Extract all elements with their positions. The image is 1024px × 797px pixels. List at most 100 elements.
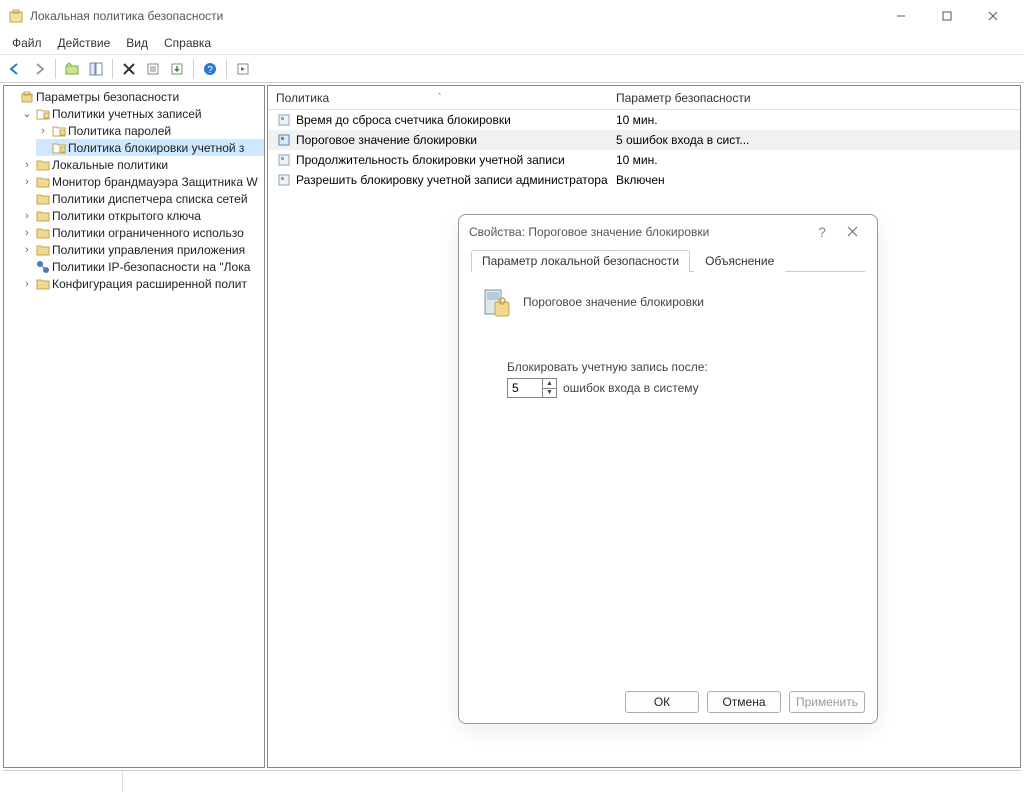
cell-param: 5 ошибок входа в сист... <box>616 133 749 147</box>
column-header-policy[interactable]: Политика ˆ <box>268 91 608 105</box>
toolbar-separator <box>226 59 227 79</box>
expand-icon[interactable]: › <box>20 224 34 242</box>
list-header: Политика ˆ Параметр безопасности <box>268 86 1020 110</box>
folder-icon <box>36 226 50 240</box>
back-button[interactable] <box>4 58 26 80</box>
svg-text:?: ? <box>207 65 213 76</box>
tree-app-control[interactable]: ›Политики управления приложения <box>20 241 264 258</box>
lockout-setting: Блокировать учетную запись после: ▲ ▼ ош… <box>507 360 859 398</box>
policy-icon <box>276 112 292 128</box>
policy-header: Пороговое значение блокировки <box>477 284 859 320</box>
cell-param: Включен <box>616 173 665 187</box>
apply-button[interactable]: Применить <box>789 691 865 713</box>
tree-label: Политики IP-безопасности на "Лока <box>52 258 250 276</box>
maximize-button[interactable] <box>924 1 970 31</box>
spinner-down-icon[interactable]: ▼ <box>543 389 556 398</box>
toolbar-separator <box>55 59 56 79</box>
folder-icon <box>36 209 50 223</box>
policy-name-label: Пороговое значение блокировки <box>523 295 704 309</box>
expand-icon[interactable]: › <box>20 241 34 259</box>
delete-button[interactable] <box>118 58 140 80</box>
tree-password-policy[interactable]: › Политика паролей <box>36 122 264 139</box>
cancel-button[interactable]: Отмена <box>707 691 781 713</box>
tree-label: Политика паролей <box>68 122 171 140</box>
folder-icon <box>36 175 50 189</box>
cell-param: 10 мин. <box>616 153 658 167</box>
expand-icon[interactable]: › <box>20 173 34 191</box>
forward-button[interactable] <box>28 58 50 80</box>
ipsec-icon <box>36 260 50 274</box>
dialog-close-button[interactable] <box>837 224 867 240</box>
lockout-label: Блокировать учетную запись после: <box>507 360 859 374</box>
tree-software-restrict[interactable]: ›Политики ограниченного использо <box>20 224 264 241</box>
cell-policy: Пороговое значение блокировки <box>296 133 477 147</box>
tree-ipsec[interactable]: Политики IP-безопасности на "Лока <box>20 258 264 275</box>
folder-icon <box>52 141 66 155</box>
tab-content: Пороговое значение блокировки Блокироват… <box>471 272 865 410</box>
tree-local-policies[interactable]: › Локальные политики <box>20 156 264 173</box>
tab-explanation[interactable]: Объяснение <box>694 250 785 272</box>
list-row[interactable]: Пороговое значение блокировки 5 ошибок в… <box>268 130 1020 150</box>
tree-label: Политики открытого ключа <box>52 207 201 225</box>
folder-icon <box>52 124 66 138</box>
list-row[interactable]: Продолжительность блокировки учетной зап… <box>268 150 1020 170</box>
tree-public-key[interactable]: › Политики открытого ключа <box>20 207 264 224</box>
tree-label: Конфигурация расширенной полит <box>52 275 247 293</box>
statusbar <box>3 770 1021 792</box>
folder-icon <box>36 158 50 172</box>
tree-nlm[interactable]: Политики диспетчера списка сетей <box>20 190 264 207</box>
collapse-icon[interactable]: ⌄ <box>20 105 34 123</box>
toolbar-separator <box>112 59 113 79</box>
tab-local-security[interactable]: Параметр локальной безопасности <box>471 250 690 272</box>
tree-root[interactable]: Параметры безопасности <box>4 88 264 105</box>
menubar: Файл Действие Вид Справка <box>0 32 1024 54</box>
show-hide-tree-button[interactable] <box>85 58 107 80</box>
tree-label: Локальные политики <box>52 156 168 174</box>
properties-button[interactable] <box>142 58 164 80</box>
up-button[interactable] <box>61 58 83 80</box>
status-cell <box>123 771 1021 792</box>
lockout-value-spinner[interactable]: ▲ ▼ <box>507 378 557 398</box>
tree-firewall[interactable]: ›Монитор брандмауэра Защитника W <box>20 173 264 190</box>
menu-view[interactable]: Вид <box>126 36 148 50</box>
menu-help[interactable]: Справка <box>164 36 211 50</box>
tree-account-policies[interactable]: ⌄ Политики учетных записей <box>20 105 264 122</box>
policy-icon <box>276 132 292 148</box>
lockout-unit-label: ошибок входа в систему <box>563 381 699 395</box>
dialog-titlebar[interactable]: Свойства: Пороговое значение блокировки … <box>459 215 877 249</box>
expand-icon[interactable]: › <box>20 207 34 225</box>
refresh-button[interactable] <box>232 58 254 80</box>
help-button[interactable]: ? <box>199 58 221 80</box>
expand-icon[interactable]: › <box>20 275 34 293</box>
spinner-up-icon[interactable]: ▲ <box>543 379 556 389</box>
expand-icon[interactable]: › <box>36 122 50 140</box>
dialog-help-button[interactable]: ? <box>807 224 837 240</box>
tree-panel: Параметры безопасности ⌄ Политики учетны… <box>3 85 265 768</box>
menu-file[interactable]: Файл <box>12 36 42 50</box>
expand-icon[interactable]: › <box>20 156 34 174</box>
minimize-button[interactable] <box>878 1 924 31</box>
lockout-value-input[interactable] <box>508 379 542 397</box>
column-label: Параметр безопасности <box>616 91 751 105</box>
ok-button[interactable]: ОК <box>625 691 699 713</box>
toolbar-separator <box>193 59 194 79</box>
tree-label: Политики диспетчера списка сетей <box>52 190 248 208</box>
dialog-buttons: ОК Отмена Применить <box>625 691 865 713</box>
menu-action[interactable]: Действие <box>58 36 111 50</box>
column-header-param[interactable]: Параметр безопасности <box>608 91 1020 105</box>
list-body: Время до сброса счетчика блокировки 10 м… <box>268 110 1020 190</box>
security-settings-icon <box>20 90 34 104</box>
tree-advanced-audit[interactable]: › Конфигурация расширенной полит <box>20 275 264 292</box>
cell-policy: Время до сброса счетчика блокировки <box>296 113 511 127</box>
export-button[interactable] <box>166 58 188 80</box>
tree-lockout-policy[interactable]: Политика блокировки учетной з <box>36 139 264 156</box>
column-label: Политика <box>276 91 329 105</box>
list-row[interactable]: Разрешить блокировку учетной записи адми… <box>268 170 1020 190</box>
app-icon <box>8 8 24 24</box>
policy-header-icon <box>477 284 513 320</box>
close-button[interactable] <box>970 1 1016 31</box>
list-row[interactable]: Время до сброса счетчика блокировки 10 м… <box>268 110 1020 130</box>
policy-icon <box>276 152 292 168</box>
properties-dialog: Свойства: Пороговое значение блокировки … <box>458 214 878 724</box>
policy-icon <box>276 172 292 188</box>
